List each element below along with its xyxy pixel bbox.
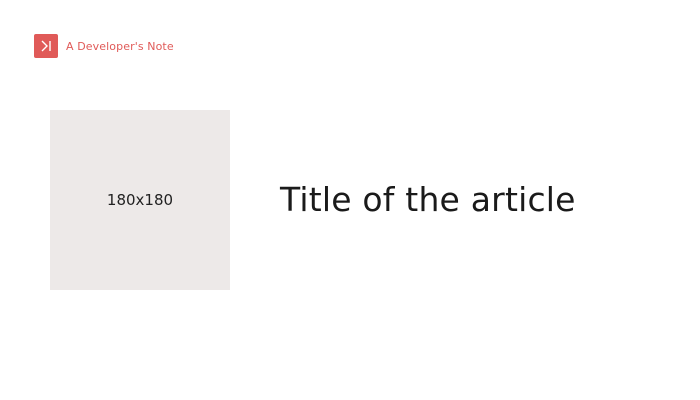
article-thumbnail[interactable]: 180x180 [50,110,230,290]
skip-forward-icon [34,34,58,58]
site-name[interactable]: A Developer's Note [66,40,174,53]
site-brand[interactable]: A Developer's Note [34,34,174,58]
thumbnail-placeholder-label: 180x180 [106,191,174,209]
article-title[interactable]: Title of the article [280,178,576,222]
